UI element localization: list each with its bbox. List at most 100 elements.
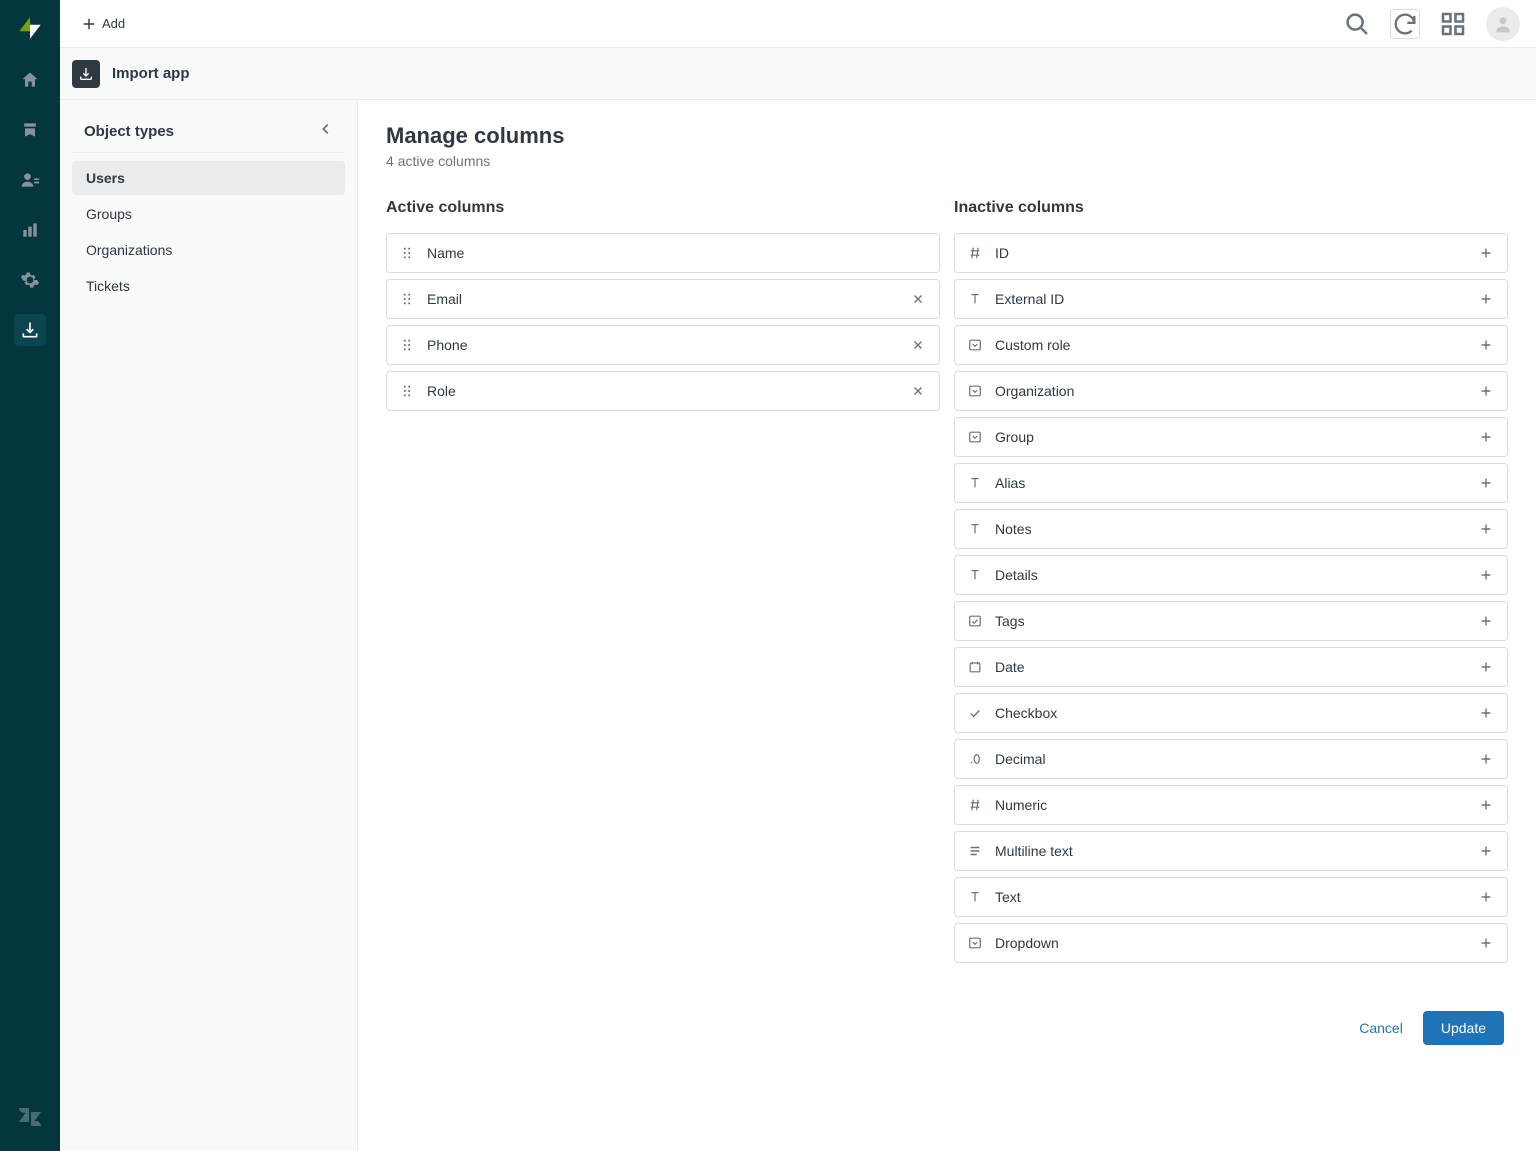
add-column-button[interactable] — [1477, 566, 1495, 584]
add-column-button[interactable] — [1477, 750, 1495, 768]
drag-handle-icon[interactable] — [399, 292, 415, 306]
add-button-label: Add — [102, 16, 125, 31]
nav-views[interactable] — [14, 114, 46, 146]
hash-icon — [967, 246, 983, 260]
inactive-column-row[interactable]: Tags — [954, 601, 1508, 641]
page-subtitle: 4 active columns — [386, 153, 1508, 169]
add-column-button[interactable] — [1477, 520, 1495, 538]
inactive-column-row[interactable]: Numeric — [954, 785, 1508, 825]
inactive-column-row[interactable]: Details — [954, 555, 1508, 595]
remove-column-button[interactable] — [909, 382, 927, 400]
column-label: Phone — [427, 337, 897, 353]
nav-home[interactable] — [14, 64, 46, 96]
nav-admin[interactable] — [14, 264, 46, 296]
dropdown-icon — [967, 430, 983, 444]
column-label: Group — [995, 429, 1465, 445]
search-button[interactable] — [1342, 9, 1372, 39]
dropdown-icon — [967, 936, 983, 950]
sidebar-section-header[interactable]: Object types — [72, 118, 345, 153]
nav-reporting[interactable] — [14, 214, 46, 246]
add-column-button[interactable] — [1477, 612, 1495, 630]
sidebar-section-title: Object types — [84, 123, 174, 140]
inactive-column-row[interactable]: Dropdown — [954, 923, 1508, 963]
text-icon — [967, 292, 983, 306]
active-column-row[interactable]: Name — [386, 233, 940, 273]
app-title: Import app — [112, 65, 190, 82]
add-column-button[interactable] — [1477, 428, 1495, 446]
column-label: Notes — [995, 521, 1465, 537]
app-header: Import app — [60, 48, 1536, 100]
add-column-button[interactable] — [1477, 474, 1495, 492]
inactive-column-row[interactable]: Decimal — [954, 739, 1508, 779]
import-app-icon — [72, 60, 100, 88]
inactive-column-row[interactable]: Text — [954, 877, 1508, 917]
add-column-button[interactable] — [1477, 796, 1495, 814]
column-label: Role — [427, 383, 897, 399]
check-icon — [967, 706, 983, 720]
add-button[interactable]: Add — [76, 12, 131, 35]
add-column-button[interactable] — [1477, 658, 1495, 676]
update-button[interactable]: Update — [1423, 1011, 1504, 1045]
add-column-button[interactable] — [1477, 290, 1495, 308]
sidebar-item-organizations[interactable]: Organizations — [72, 233, 345, 267]
inactive-column-row[interactable]: External ID — [954, 279, 1508, 319]
inactive-column-row[interactable]: Date — [954, 647, 1508, 687]
text-icon — [967, 568, 983, 582]
drag-handle-icon[interactable] — [399, 338, 415, 352]
column-label: Email — [427, 291, 897, 307]
sidebar-item-users[interactable]: Users — [72, 161, 345, 195]
remove-column-button[interactable] — [909, 336, 927, 354]
cancel-button[interactable]: Cancel — [1359, 1020, 1403, 1036]
active-columns: Active columns NameEmailPhoneRole — [386, 199, 940, 969]
sidebar-item-tickets[interactable]: Tickets — [72, 269, 345, 303]
inactive-column-row[interactable]: Notes — [954, 509, 1508, 549]
column-label: Dropdown — [995, 935, 1465, 951]
user-avatar[interactable] — [1486, 7, 1520, 41]
add-column-button[interactable] — [1477, 888, 1495, 906]
inactive-columns: Inactive columns ID External ID Custom rol… — [954, 199, 1508, 969]
inactive-columns-heading: Inactive columns — [954, 199, 1508, 217]
multiline-icon — [967, 844, 983, 858]
add-column-button[interactable] — [1477, 382, 1495, 400]
inactive-column-row[interactable]: Multiline text — [954, 831, 1508, 871]
nav-customers[interactable] — [14, 164, 46, 196]
add-column-button[interactable] — [1477, 934, 1495, 952]
column-label: Text — [995, 889, 1465, 905]
text-icon — [967, 522, 983, 536]
column-label: Decimal — [995, 751, 1465, 767]
drag-handle-icon[interactable] — [399, 246, 415, 260]
column-label: External ID — [995, 291, 1465, 307]
inactive-column-row[interactable]: Organization — [954, 371, 1508, 411]
dropdown-icon — [967, 338, 983, 352]
add-column-button[interactable] — [1477, 336, 1495, 354]
topbar: Add — [60, 0, 1536, 48]
add-column-button[interactable] — [1477, 704, 1495, 722]
column-label: Date — [995, 659, 1465, 675]
chevron-left-icon — [319, 122, 333, 140]
column-label: Checkbox — [995, 705, 1465, 721]
column-label: Tags — [995, 613, 1465, 629]
inactive-column-row[interactable]: Custom role — [954, 325, 1508, 365]
inactive-column-row[interactable]: ID — [954, 233, 1508, 273]
active-column-row[interactable]: Email — [386, 279, 940, 319]
active-column-row[interactable]: Role — [386, 371, 940, 411]
nav-import-app[interactable] — [14, 314, 46, 346]
refresh-button[interactable] — [1390, 9, 1420, 39]
add-column-button[interactable] — [1477, 244, 1495, 262]
active-column-row[interactable]: Phone — [386, 325, 940, 365]
column-label: Details — [995, 567, 1465, 583]
drag-handle-icon[interactable] — [399, 384, 415, 398]
inactive-column-row[interactable]: Group — [954, 417, 1508, 457]
sidebar-item-groups[interactable]: Groups — [72, 197, 345, 231]
footer-actions: Cancel Update — [386, 1011, 1508, 1045]
tags-icon — [967, 614, 983, 628]
inactive-column-row[interactable]: Alias — [954, 463, 1508, 503]
product-logo — [16, 14, 44, 42]
remove-column-button[interactable] — [909, 290, 927, 308]
add-column-button[interactable] — [1477, 842, 1495, 860]
apps-button[interactable] — [1438, 9, 1468, 39]
zendesk-logo — [17, 1104, 43, 1133]
column-label: Multiline text — [995, 843, 1465, 859]
inactive-column-row[interactable]: Checkbox — [954, 693, 1508, 733]
decimal-icon — [967, 752, 983, 766]
